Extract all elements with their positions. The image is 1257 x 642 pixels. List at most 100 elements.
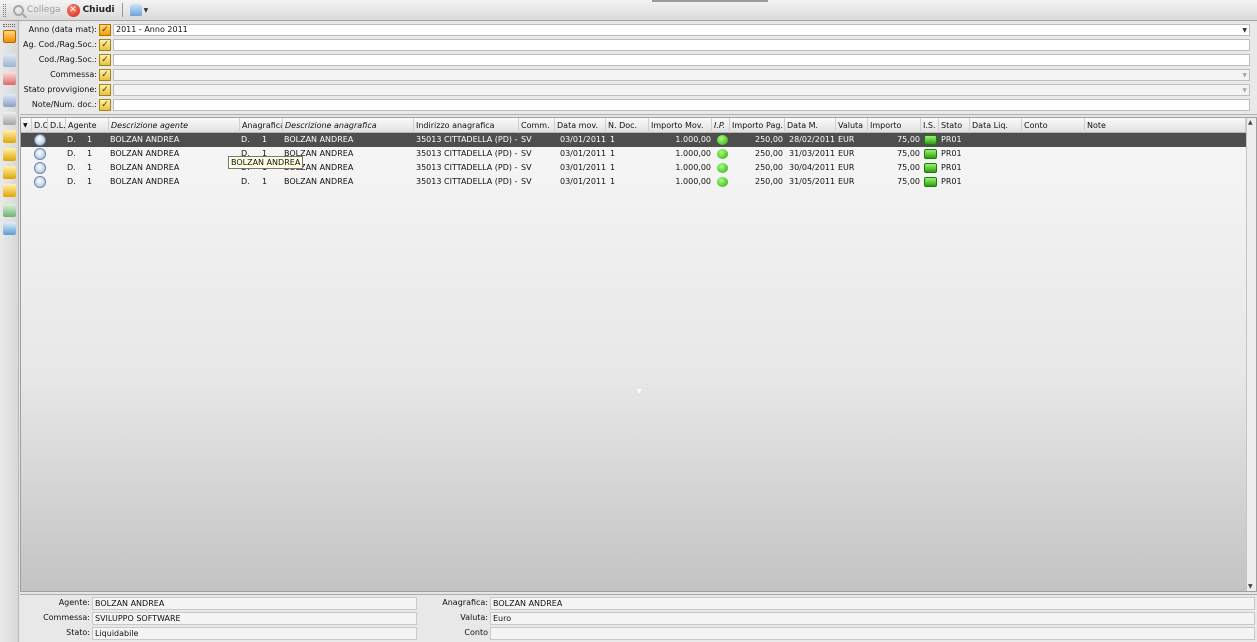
footer-row-conto: Conto economico: <box>420 626 1257 640</box>
export-tool-icon[interactable] <box>3 204 16 217</box>
document-origin-icon[interactable] <box>34 134 46 146</box>
chevron-down-icon[interactable]: ▼ <box>1242 25 1247 36</box>
column-header[interactable]: I.S. <box>921 118 939 133</box>
anno-select-value: 2011 - Anno 2011 <box>116 25 188 34</box>
anno-select[interactable]: 2011 - Anno 2011 ▼ <box>113 24 1250 36</box>
star-tool-icon-2[interactable] <box>3 148 16 161</box>
column-header[interactable]: N. Doc. <box>606 118 649 133</box>
filter-checkbox-anno[interactable]: ✓ <box>99 24 111 36</box>
chevron-down-icon[interactable]: ▼ <box>1242 70 1247 81</box>
cell-comm: SV <box>521 149 532 158</box>
column-header[interactable]: D.O <box>32 118 48 133</box>
column-header[interactable]: Descrizione anagrafica <box>283 118 414 133</box>
cell-importo-pag: 250,00 <box>755 135 783 144</box>
filter-checkbox-cliente[interactable]: ✓ <box>99 54 111 66</box>
scroll-up-icon[interactable]: ▲ <box>1248 119 1253 126</box>
column-header[interactable]: Conto <box>1022 118 1085 133</box>
column-header[interactable]: Descrizione agente <box>109 118 240 133</box>
cliente-input[interactable] <box>113 54 1250 66</box>
star-tool-icon[interactable] <box>3 130 16 143</box>
column-header[interactable]: Stato <box>939 118 970 133</box>
filter-row-note: Note/Num. doc.: ✓ <box>20 98 1257 112</box>
cell-data-mov: 03/01/2011 <box>560 135 607 144</box>
agente-value: BOLZAN ANDREA <box>92 597 417 610</box>
document-origin-icon[interactable] <box>34 176 46 188</box>
filter-checkbox-note[interactable]: ✓ <box>99 99 111 111</box>
cell-comm: SV <box>521 135 532 144</box>
table-row-selected[interactable]: D. 1 BOLZAN ANDREA D. 1 BOLZAN ANDREA 35… <box>21 133 1246 147</box>
filter-row-agente: Ag. Cod./Rag.Soc.: ✓ <box>20 38 1257 52</box>
cell-importo-pag: 250,00 <box>755 149 783 158</box>
column-header[interactable]: Importo Pag. <box>730 118 785 133</box>
table-row[interactable]: D. 1 BOLZAN ANDREA D. 1 BOLZAN ANDREA 35… <box>21 147 1246 161</box>
commessa-select[interactable]: ▼ <box>113 69 1250 81</box>
people-tool-icon[interactable] <box>3 94 16 107</box>
footer-row-anagrafica: Anagrafica: BOLZAN ANDREA <box>420 596 1257 610</box>
cell-stato: PR01 <box>941 149 962 158</box>
column-header[interactable]: Agente <box>66 118 109 133</box>
status-green-icon <box>717 163 728 173</box>
panel-resize-arrow-icon[interactable]: ▼ <box>637 388 642 395</box>
star-tool-icon-3[interactable] <box>3 166 16 179</box>
toolbar-grip[interactable] <box>3 3 6 17</box>
column-header[interactable]: Valuta <box>836 118 868 133</box>
filter-checkbox-commessa[interactable]: ✓ <box>99 69 111 81</box>
cell-agente: 1 <box>87 135 93 144</box>
toolbar-separator <box>121 3 123 17</box>
cell-comm: SV <box>521 177 532 186</box>
grid-vertical-scrollbar[interactable]: ▲ ▼ <box>1246 118 1256 591</box>
filter-label: Note/Num. doc.: <box>31 100 97 109</box>
footer-label: Conto economico: <box>464 628 488 637</box>
filter-tool-icon[interactable] <box>3 30 16 43</box>
column-header[interactable]: D.L. <box>48 118 66 133</box>
document-origin-icon[interactable] <box>34 148 46 160</box>
note-input[interactable] <box>113 99 1250 111</box>
filter-checkbox-agente[interactable]: ✓ <box>99 39 111 51</box>
column-header[interactable]: Data mov. <box>555 118 606 133</box>
stato-select[interactable]: ▼ <box>113 84 1250 96</box>
cell-data-m: 30/04/2011 <box>789 163 836 172</box>
cell-anagrafica-code: 1 <box>262 135 268 144</box>
document-origin-icon[interactable] <box>34 162 46 174</box>
column-header[interactable]: Comm. <box>519 118 555 133</box>
column-header[interactable]: Note <box>1085 118 1246 133</box>
close-button[interactable]: ✕ Chiudi <box>64 2 118 18</box>
toolstrip-grip[interactable] <box>3 24 15 27</box>
column-header[interactable]: Importo <box>868 118 921 133</box>
star-tool-icon-4[interactable] <box>3 184 16 197</box>
filter-checkbox-stato[interactable]: ✓ <box>99 84 111 96</box>
users-dropdown-button[interactable]: ▼ <box>127 2 152 18</box>
link-button[interactable]: Collega <box>10 2 64 18</box>
column-header[interactable]: Data Liq. <box>970 118 1022 133</box>
cell-importo: 75,00 <box>897 177 920 186</box>
column-header[interactable]: Indirizzo anagrafica <box>414 118 519 133</box>
edit-tool-icon[interactable] <box>3 112 16 125</box>
info-tool-icon[interactable] <box>3 222 16 235</box>
valuta-value: Euro <box>490 612 1255 625</box>
table-row[interactable]: D. 1 BOLZAN ANDREA D. 1 BOLZAN ANDREA 35… <box>21 161 1246 175</box>
cell-desc-agente: BOLZAN ANDREA <box>110 135 180 144</box>
agente-input[interactable] <box>113 39 1250 51</box>
cell-dl: D. <box>67 135 76 144</box>
filter-label: Commessa: <box>50 70 97 79</box>
report-tool-icon[interactable] <box>3 72 16 85</box>
link-button-label: Collega <box>27 5 61 15</box>
scroll-down-icon[interactable]: ▼ <box>1248 583 1253 590</box>
column-header[interactable]: Data M. <box>785 118 836 133</box>
cell-indirizzo: 35013 CITTADELLA (PD) - Vi <box>416 163 518 172</box>
cell-anagrafica-code: 1 <box>262 177 268 186</box>
cell-valuta: EUR <box>838 163 855 172</box>
cell-n-doc: 1 <box>610 163 616 172</box>
cell-importo-mov: 1.000,00 <box>675 149 711 158</box>
column-header[interactable]: Anagrafica <box>240 118 283 133</box>
column-menu-icon[interactable]: ▼ <box>21 118 32 133</box>
column-header[interactable]: Importo Mov. <box>649 118 712 133</box>
anagrafica-value: BOLZAN ANDREA <box>490 597 1255 610</box>
cell-stato: PR01 <box>941 177 962 186</box>
toolbar: Collega ✕ Chiudi ▼ <box>0 0 1257 21</box>
column-header[interactable]: I.P. <box>712 118 730 133</box>
list-tool-icon[interactable] <box>3 54 16 67</box>
status-green-icon <box>717 149 728 159</box>
table-row[interactable]: D. 1 BOLZAN ANDREA D. 1 BOLZAN ANDREA 35… <box>21 175 1246 189</box>
chevron-down-icon[interactable]: ▼ <box>1242 85 1247 96</box>
